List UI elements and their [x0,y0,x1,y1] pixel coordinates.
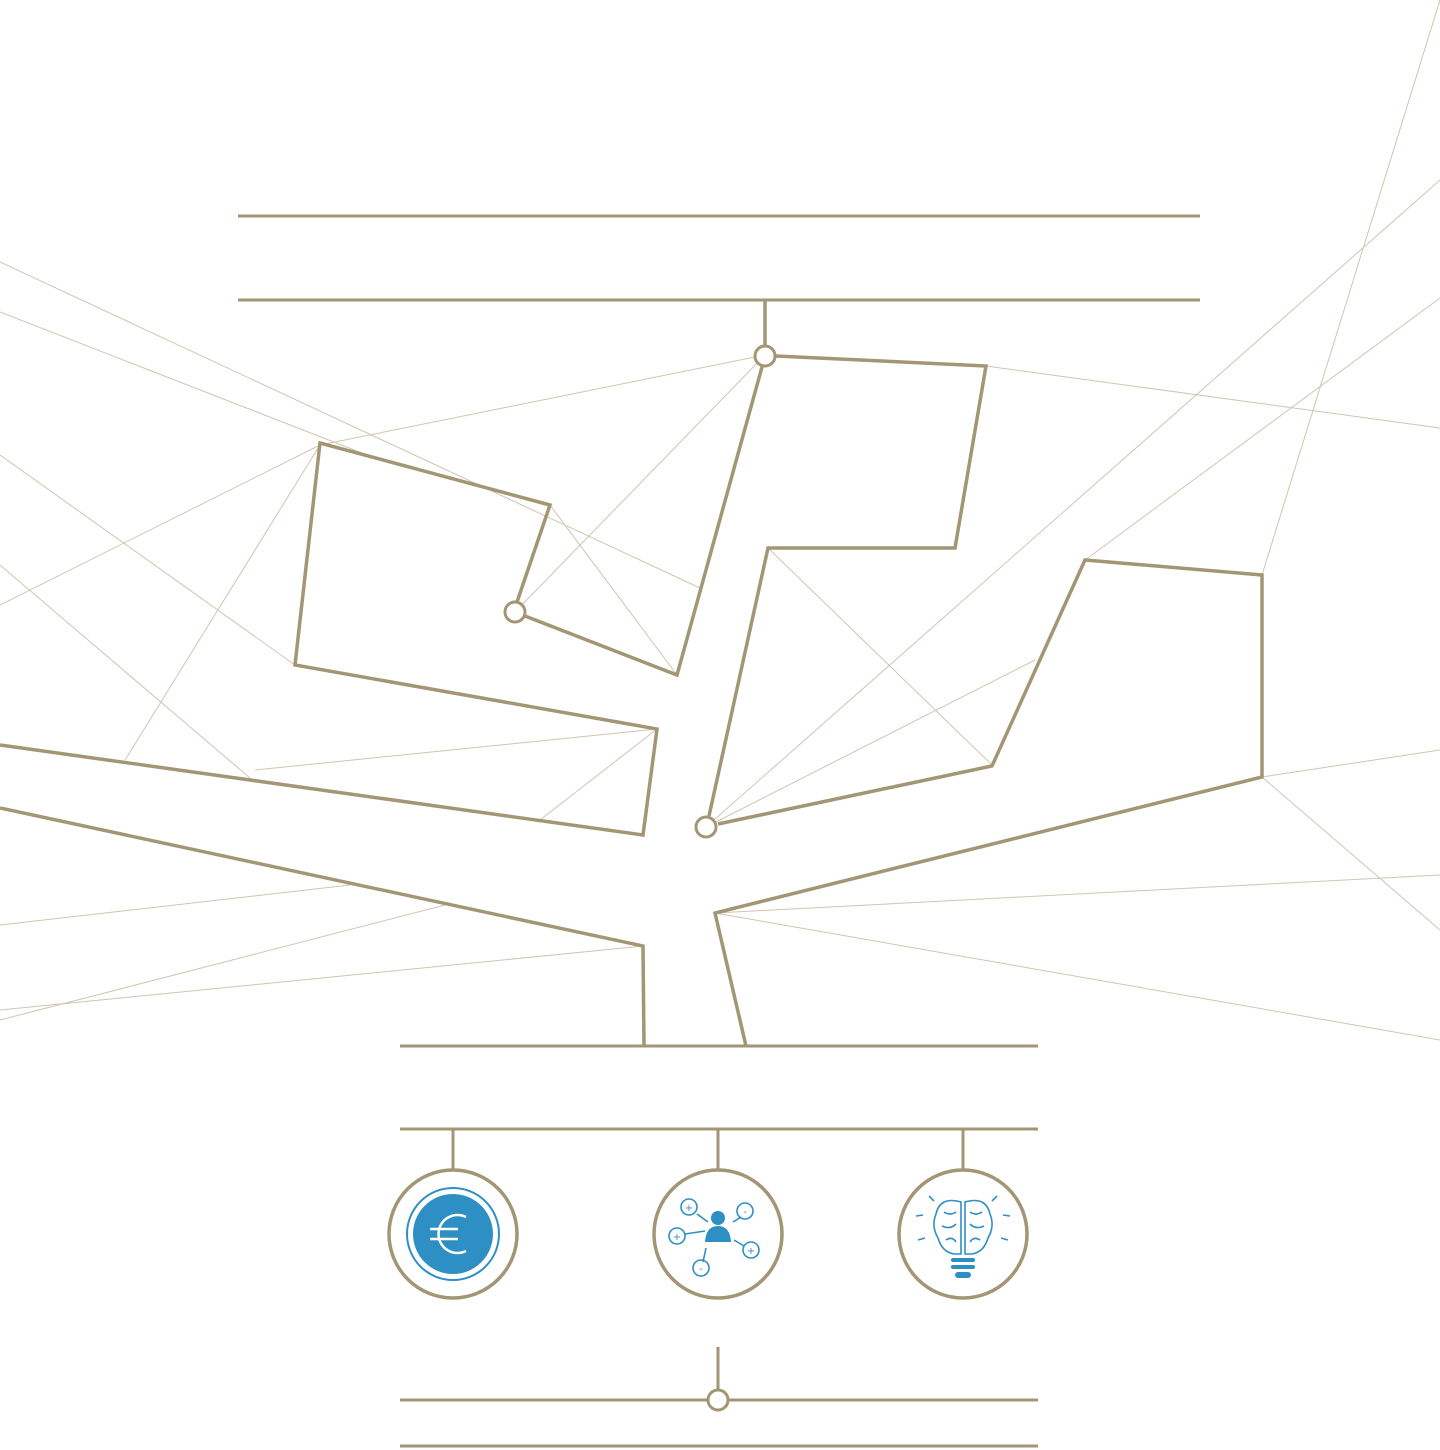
junction-left [503,600,527,624]
sign-right: + [747,1246,755,1257]
idea-node [897,1168,1029,1300]
euro-icon [406,1187,500,1281]
tree-structure [0,300,1264,1047]
tree-diagram: + - + + - [0,0,1440,1448]
sign-top-right: - [743,1207,747,1218]
junction-bottom [706,1388,730,1412]
sign-left: + [673,1232,681,1243]
inner-branch [524,366,764,678]
center-branch-right-edge [707,354,989,817]
junction-center [694,815,718,839]
sign-bottom: - [699,1264,703,1275]
junction-top [753,344,777,368]
sign-top-left: + [685,1203,693,1214]
tree-diagram-page: + - + + - [0,0,1440,1450]
network-node: + - + + - [652,1168,784,1300]
center-branch-left-edge [0,440,659,837]
left-trunk-edge [0,806,646,1047]
euro-node [387,1168,519,1300]
right-branch [712,558,1264,1047]
